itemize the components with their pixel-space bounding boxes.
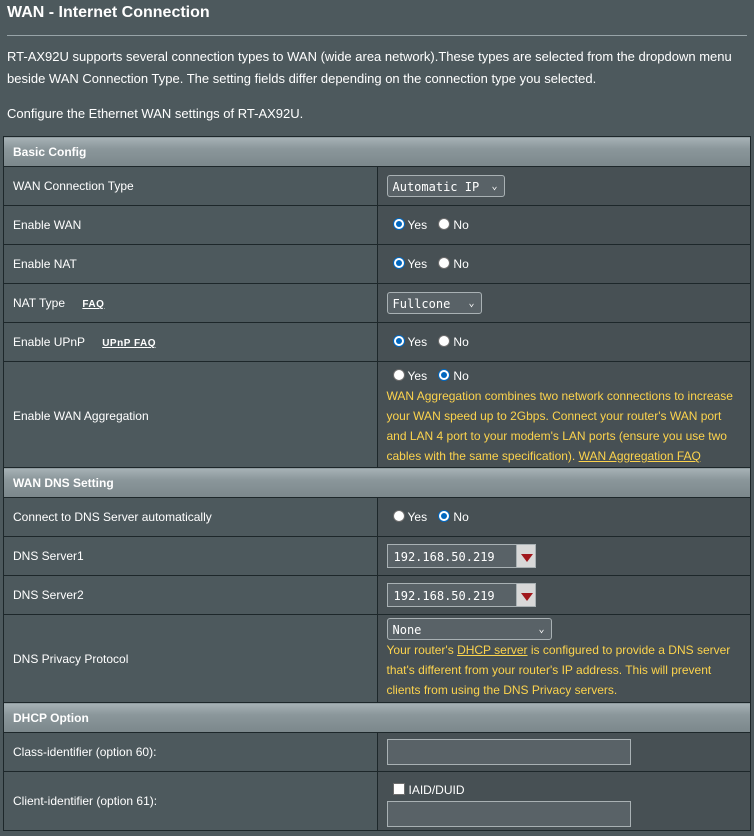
enable-nat-no-radio[interactable]	[438, 257, 451, 269]
dns-auto-no-radio[interactable]	[438, 510, 451, 522]
chevron-down-icon: ⌄	[538, 624, 545, 635]
enable-wan-no-radio[interactable]	[438, 218, 451, 230]
dns-privacy-note: Your router's DHCP server is configured …	[386, 643, 731, 697]
basic-config-header: Basic Config	[3, 136, 751, 167]
upnp-no-radio[interactable]	[438, 335, 451, 347]
dns1-input[interactable]: 192.168.50.219	[386, 544, 517, 568]
client-identifier-input[interactable]	[386, 800, 631, 827]
client-identifier-label: Client-identifier (option 61):	[3, 771, 378, 831]
basic-config-table: Basic Config WAN Connection Type Automat…	[3, 136, 751, 471]
dns1-dropdown-icon[interactable]	[515, 544, 536, 568]
dns-privacy-label: DNS Privacy Protocol	[3, 614, 378, 704]
class-identifier-label: Class-identifier (option 60):	[3, 732, 378, 772]
dhcp-option-table: DHCP Option Class-identifier (option 60)…	[3, 702, 751, 831]
dhcp-server-link[interactable]: DHCP server	[457, 643, 527, 657]
chevron-down-icon: ⌄	[468, 298, 475, 309]
upnp-cell: Enable UPnP UPnP FAQ	[3, 322, 378, 362]
wan-aggregation-label: Enable WAN Aggregation	[3, 361, 378, 471]
page-title: WAN - Internet Connection	[7, 4, 210, 21]
dns-auto-label: Connect to DNS Server automatically	[3, 497, 378, 537]
wan-type-select[interactable]: Automatic IP ⌄	[386, 175, 505, 197]
dns2-dropdown-icon[interactable]	[515, 583, 536, 607]
dns2-label: DNS Server2	[3, 575, 378, 615]
radio-yes-label: Yes	[407, 257, 428, 271]
radio-yes-label: Yes	[407, 369, 428, 383]
wan-type-label: WAN Connection Type	[3, 166, 378, 206]
iaid-duid-label: IAID/DUID	[408, 782, 465, 797]
agg-yes-radio[interactable]	[392, 369, 405, 381]
wan-settings-page: WAN - Internet Connection RT-AX92U suppo…	[0, 0, 754, 836]
nat-type-label: NAT Type	[13, 296, 66, 310]
radio-no-label: No	[453, 257, 469, 271]
radio-no-label: No	[453, 218, 469, 232]
radio-no-label: No	[453, 369, 469, 383]
enable-nat-label: Enable NAT	[3, 244, 378, 284]
enable-wan-label: Enable WAN	[3, 205, 378, 245]
wan-aggregation-note: WAN Aggregation combines two network con…	[386, 389, 733, 463]
agg-no-radio[interactable]	[438, 369, 451, 381]
dns1-label: DNS Server1	[3, 536, 378, 576]
wan-dns-table: WAN DNS Setting Connect to DNS Server au…	[3, 467, 751, 704]
dns-privacy-select[interactable]: None ⌄	[386, 618, 552, 640]
dns-auto-yes-radio[interactable]	[392, 510, 405, 522]
enable-wan-yes-radio[interactable]	[392, 218, 405, 230]
dhcp-option-header: DHCP Option	[3, 702, 751, 733]
upnp-yes-radio[interactable]	[392, 335, 405, 347]
radio-yes-label: Yes	[407, 335, 428, 349]
radio-yes-label: Yes	[407, 510, 428, 524]
chevron-down-icon: ⌄	[491, 181, 498, 192]
nat-type-cell: NAT Type FAQ	[3, 283, 378, 323]
wan-dns-header: WAN DNS Setting	[3, 467, 751, 498]
intro-config-text: Configure the Ethernet WAN settings of R…	[7, 106, 304, 121]
class-identifier-input[interactable]	[386, 739, 631, 765]
wan-aggregation-faq-link[interactable]: WAN Aggregation FAQ	[579, 449, 701, 463]
dns2-input[interactable]: 192.168.50.219	[386, 583, 517, 607]
intro-text: RT-AX92U supports several connection typ…	[7, 49, 732, 86]
upnp-faq-link[interactable]: UPnP FAQ	[102, 338, 156, 349]
iaid-duid-checkbox[interactable]	[392, 782, 405, 795]
nat-type-select[interactable]: Fullcone ⌄	[386, 292, 482, 314]
nat-faq-link[interactable]: FAQ	[82, 299, 104, 310]
radio-yes-label: Yes	[407, 218, 428, 232]
upnp-label: Enable UPnP	[13, 335, 85, 349]
radio-no-label: No	[453, 335, 469, 349]
title-divider	[7, 35, 747, 36]
radio-no-label: No	[453, 510, 469, 524]
enable-nat-yes-radio[interactable]	[392, 257, 405, 269]
